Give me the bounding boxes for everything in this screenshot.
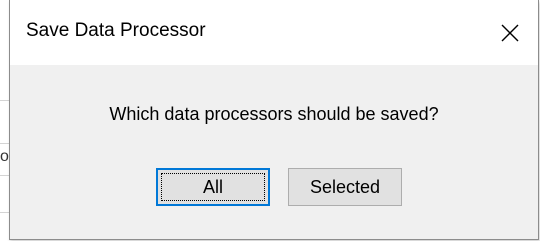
dialog-message: Which data processors should be saved? — [109, 104, 439, 124]
background-divider — [0, 100, 9, 101]
dialog-title: Save Data Processor — [26, 20, 206, 41]
selected-button[interactable]: Selected — [288, 168, 402, 206]
background-divider — [0, 175, 9, 176]
selected-button-label: Selected — [309, 176, 381, 197]
background-divider — [0, 143, 9, 144]
background-partial-text: o — [0, 148, 9, 165]
dialog-titlebar[interactable]: Save Data Processor — [10, 0, 538, 65]
close-icon — [501, 24, 519, 41]
save-data-processor-dialog: Save Data Processor Which data processor… — [9, 0, 539, 240]
all-button-label: All — [202, 176, 223, 197]
all-button[interactable]: All — [156, 168, 270, 206]
close-button[interactable] — [482, 0, 538, 65]
background-divider — [0, 212, 9, 213]
